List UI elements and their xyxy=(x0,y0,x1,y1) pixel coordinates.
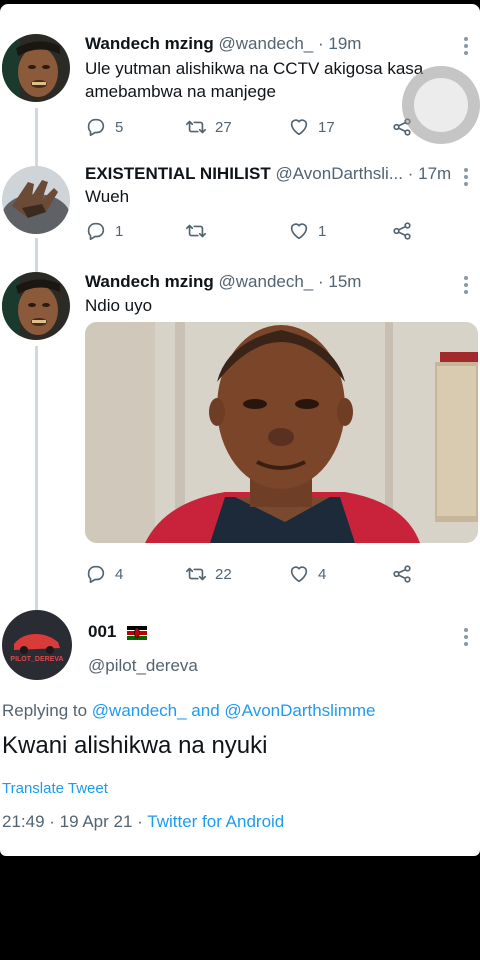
share-icon xyxy=(393,565,411,583)
author-handle[interactable]: @wandech_ xyxy=(219,272,314,291)
more-vertical-icon[interactable] xyxy=(464,276,470,297)
like-count: 1 xyxy=(318,222,327,240)
author-name[interactable]: Wandech mzing xyxy=(85,272,214,291)
like-button[interactable]: 4 xyxy=(288,559,326,589)
more-vertical-icon[interactable] xyxy=(464,37,470,58)
reply-count: 1 xyxy=(115,222,124,240)
heart-icon xyxy=(290,566,308,583)
reply-button[interactable]: 5 xyxy=(85,112,123,142)
tweet-time: · 19m xyxy=(318,34,362,53)
tweet-actions: 5 27 17 xyxy=(85,112,425,142)
retweet-count: 27 xyxy=(215,118,232,136)
avatar[interactable] xyxy=(2,166,70,234)
more-vertical-icon[interactable] xyxy=(464,628,470,649)
tweet-timestamp: 21:49 · 19 Apr 21 · xyxy=(2,812,143,831)
reply-count: 5 xyxy=(115,118,124,136)
tweet-actions: 4 22 4 xyxy=(85,559,425,589)
tweet-photo[interactable] xyxy=(85,322,478,543)
share-icon xyxy=(393,222,411,240)
tweet-text: Ndio uyo xyxy=(85,296,153,315)
retweet-icon xyxy=(186,567,206,581)
tweet-timestamp-line: 21:49 · 19 Apr 21 · Twitter for Android xyxy=(2,812,284,832)
tweet-time: · 17m xyxy=(407,164,452,183)
tweet-actions: 1 1 xyxy=(85,216,425,246)
retweet-icon xyxy=(186,120,206,134)
avatar[interactable]: PILOT_DEREVA xyxy=(2,610,72,680)
reply-icon xyxy=(87,222,105,241)
heart-icon xyxy=(290,223,308,240)
replying-label: Replying to xyxy=(2,701,88,720)
main-author: 001 xyxy=(88,622,148,642)
thread-line xyxy=(35,108,38,166)
reply-icon xyxy=(87,118,105,137)
avatar[interactable] xyxy=(2,272,70,340)
reply-button[interactable]: 1 xyxy=(85,216,123,246)
avatar-logo-text: PILOT_DEREVA xyxy=(10,656,63,663)
tweet-text: Ule yutman alishikwa na CCTV akigosa kas… xyxy=(85,59,424,101)
heart-icon xyxy=(290,119,308,136)
share-button[interactable] xyxy=(391,216,413,246)
author-handle[interactable]: @pilot_dereva xyxy=(88,656,198,676)
retweet-button[interactable]: 22 xyxy=(185,559,232,589)
retweet-count: 22 xyxy=(215,565,232,583)
like-button[interactable]: 1 xyxy=(288,216,326,246)
retweet-button[interactable]: 27 xyxy=(185,112,232,142)
reply-count: 4 xyxy=(115,565,124,583)
tweet-thread-screen: Wandech mzing @wandech_ · 19m Ule yutman… xyxy=(0,4,480,856)
translate-tweet-link[interactable]: Translate Tweet xyxy=(2,780,108,797)
author-name[interactable]: 001 xyxy=(88,622,116,641)
touch-indicator xyxy=(402,66,480,144)
main-tweet-text: Kwani alishikwa na nyuki xyxy=(2,732,268,759)
replying-and: and xyxy=(191,701,220,720)
tweet-source-link[interactable]: Twitter for Android xyxy=(147,812,284,831)
like-count: 4 xyxy=(318,565,327,583)
share-button[interactable] xyxy=(391,559,413,589)
more-vertical-icon[interactable] xyxy=(464,168,470,189)
mention-link[interactable]: @AvonDarthslimme xyxy=(224,701,375,720)
tweet-header: Wandech mzing @wandech_ · 15m xyxy=(85,272,456,296)
retweet-button[interactable] xyxy=(185,216,215,246)
avatar[interactable] xyxy=(2,34,70,102)
replying-to-line: Replying to @wandech_ and @AvonDarthslim… xyxy=(2,701,376,721)
kenya-flag-icon xyxy=(127,625,148,640)
tweet-text: Wueh xyxy=(85,187,130,206)
thread-line xyxy=(35,238,38,272)
author-name[interactable]: Wandech mzing xyxy=(85,34,214,53)
reply-button[interactable]: 4 xyxy=(85,559,123,589)
thread-line xyxy=(35,346,38,610)
author-name[interactable]: EXISTENTIAL NIHILIST xyxy=(85,164,271,183)
reply-icon xyxy=(87,565,105,584)
mention-link[interactable]: @wandech_ xyxy=(92,701,187,720)
author-handle[interactable]: @wandech_ xyxy=(219,34,314,53)
like-count: 17 xyxy=(318,118,335,136)
tweet-header: Wandech mzing @wandech_ · 19m xyxy=(85,34,456,58)
like-button[interactable]: 17 xyxy=(288,112,335,142)
tweet-time: · 15m xyxy=(318,272,362,291)
retweet-icon xyxy=(186,224,206,238)
author-handle[interactable]: @AvonDarthsli... xyxy=(276,164,404,183)
